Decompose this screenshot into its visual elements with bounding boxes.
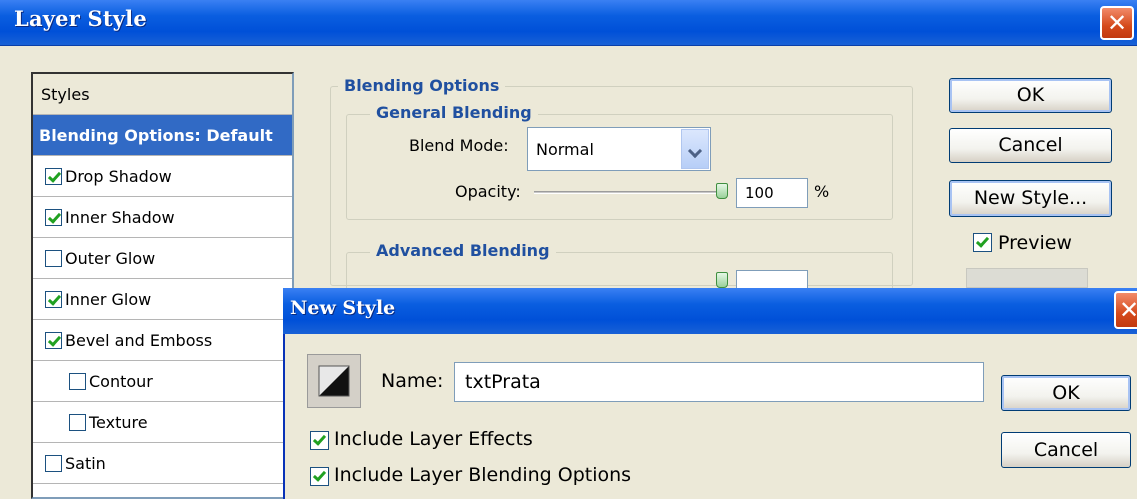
new-style-title-bar	[283, 288, 1137, 334]
include-effects-option[interactable]: Include Layer Effects	[308, 428, 708, 454]
style-item-satin[interactable]: Satin	[33, 443, 292, 484]
title-bar	[0, 0, 1137, 46]
include-effects-checkbox[interactable]	[310, 431, 329, 450]
opacity-label: Opacity:	[455, 182, 521, 201]
name-input[interactable]: txtPrata	[454, 362, 984, 402]
style-swatch-icon	[318, 365, 350, 397]
blend-mode-label: Blend Mode:	[409, 136, 509, 155]
fill-opacity-thumb[interactable]	[716, 272, 728, 288]
opacity-unit: %	[814, 182, 830, 201]
new-style-title: New Style	[290, 297, 396, 319]
chevron-down-icon[interactable]	[681, 129, 709, 169]
bevel-emboss-checkbox[interactable]	[45, 332, 62, 349]
name-label: Name:	[381, 370, 444, 392]
new-style-button[interactable]: New Style...	[949, 180, 1112, 217]
style-item-texture[interactable]: Texture	[33, 402, 292, 443]
styles-list: Styles Blending Options: Default Drop Sh…	[31, 72, 294, 499]
include-blending-checkbox[interactable]	[310, 467, 329, 486]
outer-glow-checkbox[interactable]	[45, 250, 62, 267]
close-icon: ✕	[1118, 296, 1137, 324]
style-item-inner-glow[interactable]: Inner Glow	[33, 279, 292, 320]
window-title: Layer Style	[14, 6, 147, 31]
inner-shadow-checkbox[interactable]	[45, 209, 62, 226]
style-item-contour[interactable]: Contour	[33, 361, 292, 402]
general-blending-title: General Blending	[370, 103, 538, 122]
close-button[interactable]: ✕	[1100, 6, 1134, 40]
ok-button[interactable]: OK	[949, 78, 1112, 113]
style-item-blending-options[interactable]: Blending Options: Default	[33, 115, 292, 156]
new-style-close-button[interactable]: ✕	[1114, 291, 1137, 329]
preview-swatch	[966, 268, 1088, 288]
styles-header[interactable]: Styles	[33, 74, 292, 115]
style-item-inner-shadow[interactable]: Inner Shadow	[33, 197, 292, 238]
texture-checkbox[interactable]	[69, 414, 86, 431]
opacity-input[interactable]: 100	[736, 178, 808, 208]
inner-glow-checkbox[interactable]	[45, 291, 62, 308]
advanced-blending-title: Advanced Blending	[370, 241, 556, 260]
preview-checkbox[interactable]	[973, 233, 992, 252]
fill-opacity-input[interactable]	[736, 270, 808, 288]
opacity-slider[interactable]	[534, 191, 724, 194]
style-preview-icon	[307, 354, 361, 408]
preview-option[interactable]: Preview	[973, 232, 1123, 256]
blending-options-title: Blending Options	[338, 76, 506, 95]
new-style-cancel-button[interactable]: Cancel	[1001, 432, 1131, 468]
style-item-bevel-emboss[interactable]: Bevel and Emboss	[33, 320, 292, 361]
opacity-slider-thumb[interactable]	[716, 183, 728, 199]
cancel-button[interactable]: Cancel	[949, 128, 1112, 163]
contour-checkbox[interactable]	[69, 373, 86, 390]
close-icon: ✕	[1106, 9, 1128, 37]
blend-mode-select[interactable]: Normal	[527, 127, 711, 171]
satin-checkbox[interactable]	[45, 455, 62, 472]
drop-shadow-checkbox[interactable]	[45, 168, 62, 185]
include-blending-option[interactable]: Include Layer Blending Options	[308, 464, 808, 490]
style-item-outer-glow[interactable]: Outer Glow	[33, 238, 292, 279]
new-style-ok-button[interactable]: OK	[1001, 375, 1131, 411]
style-item-drop-shadow[interactable]: Drop Shadow	[33, 156, 292, 197]
